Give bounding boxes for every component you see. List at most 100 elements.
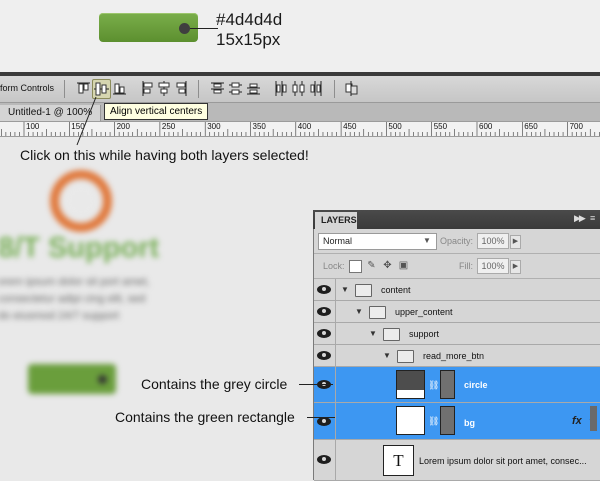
eye-icon xyxy=(317,351,331,360)
lock-label: Lock: xyxy=(323,261,345,271)
layer-row-bg[interactable] xyxy=(314,403,600,440)
toolbar-divider xyxy=(334,80,335,98)
layer-name: content xyxy=(381,285,411,295)
folder-icon xyxy=(383,328,400,341)
hex-color-note: #4d4d4d xyxy=(216,10,283,29)
transform-controls-label: form Controls xyxy=(0,83,55,93)
expand-triangle-icon[interactable]: ▼ xyxy=(383,351,391,360)
visibility-toggle[interactable] xyxy=(314,323,336,344)
eye-icon xyxy=(317,307,331,316)
fill-label: Fill: xyxy=(459,261,473,271)
align-vertical-centers-tooltip: Align vertical centers xyxy=(104,103,209,120)
distribute-horizontal-centers-icon[interactable] xyxy=(291,80,306,97)
tutorial-header-area xyxy=(0,0,600,72)
toolbar-divider xyxy=(198,80,199,98)
distribute-top-icon[interactable] xyxy=(210,80,225,97)
chain-link-icon[interactable]: ⛓ xyxy=(428,380,439,391)
opacity-slider-arrow-icon[interactable]: ▶ xyxy=(510,235,521,249)
ruler-label: 600 xyxy=(479,122,493,131)
canvas-body-text: orem ipsum dolor sit port amet, consecte… xyxy=(0,276,150,322)
layers-tab-label: LAYERS xyxy=(321,215,357,225)
ruler-label: 450 xyxy=(343,122,357,131)
canvas-preview: 8/T Support orem ipsum dolor sit port am… xyxy=(0,150,180,410)
ruler-label: 400 xyxy=(297,122,312,131)
lock-image-pixels-icon[interactable]: ✎ xyxy=(366,260,377,271)
ruler-label: 550 xyxy=(433,122,448,131)
auto-align-layers-icon[interactable] xyxy=(344,80,359,97)
align-right-edges-icon[interactable] xyxy=(174,80,189,97)
distribute-right-icon[interactable] xyxy=(309,80,324,97)
fill-field[interactable]: 100% xyxy=(477,258,509,274)
layer-name: Lorem ipsum dolor sit port amet, consec.… xyxy=(419,456,587,466)
layer-name: upper_content xyxy=(395,307,453,317)
chevron-down-icon[interactable]: ▼ xyxy=(423,236,431,245)
distribute-bottom-icon[interactable] xyxy=(246,80,261,97)
instruction-note: Click on this while having both layers s… xyxy=(20,147,309,163)
distribute-vertical-centers-icon[interactable] xyxy=(228,80,243,97)
ruler-label: 200 xyxy=(116,122,130,131)
opacity-label: Opacity: xyxy=(440,236,474,246)
callout-line xyxy=(299,384,333,385)
size-note: 15x15px xyxy=(216,30,281,49)
panel-menu-icon[interactable]: ≡ xyxy=(590,213,595,223)
layer-thumbnail xyxy=(396,406,425,435)
folder-icon xyxy=(355,284,372,297)
layer-row-circle[interactable] xyxy=(314,367,600,403)
align-horizontal-centers-icon[interactable] xyxy=(157,80,172,97)
canvas-heading: 8/T Support xyxy=(0,232,160,264)
lock-transparent-pixels-icon[interactable] xyxy=(349,260,362,273)
panel-collapse-icon[interactable]: ▶▶ xyxy=(574,213,586,224)
layer-name: circle xyxy=(464,380,488,390)
visibility-toggle[interactable] xyxy=(314,440,336,480)
green-rectangle-callout: Contains the green rectangle xyxy=(115,409,295,425)
visibility-toggle[interactable] xyxy=(314,403,336,439)
vector-mask-thumbnail[interactable] xyxy=(440,406,455,435)
eye-icon xyxy=(317,455,331,464)
text-layer-icon: T xyxy=(383,445,414,476)
layer-effects-icon[interactable]: fx xyxy=(572,415,582,427)
grey-circle-preview xyxy=(98,375,107,384)
ruler-label: 500 xyxy=(388,122,402,131)
layer-name: read_more_btn xyxy=(423,351,485,361)
visibility-toggle[interactable] xyxy=(314,345,336,366)
scrollbar-thumb[interactable] xyxy=(590,406,597,431)
folder-icon xyxy=(369,306,386,319)
eye-icon xyxy=(317,329,331,338)
visibility-toggle[interactable] xyxy=(314,301,336,322)
layer-row-support[interactable] xyxy=(314,323,600,345)
ruler-label: 350 xyxy=(252,122,266,131)
align-vertical-centers-icon xyxy=(94,82,109,96)
grey-circle-preview xyxy=(179,23,190,34)
grey-circle-callout: Contains the grey circle xyxy=(141,376,288,392)
ruler-label: 250 xyxy=(161,122,176,131)
align-vertical-centers-button[interactable] xyxy=(92,79,111,99)
toolbar-divider xyxy=(64,80,65,98)
ruler-label: 100 xyxy=(26,122,40,131)
distribute-left-icon[interactable] xyxy=(273,80,288,97)
chain-link-icon[interactable]: ⛓ xyxy=(428,416,439,427)
expand-triangle-icon[interactable]: ▼ xyxy=(369,329,377,338)
eye-icon xyxy=(317,417,331,426)
visibility-toggle[interactable] xyxy=(314,279,336,300)
callout-line xyxy=(307,417,335,418)
align-left-edges-icon[interactable] xyxy=(140,80,155,97)
folder-icon xyxy=(397,350,414,363)
blend-mode-select[interactable]: Normal xyxy=(318,233,437,250)
expand-triangle-icon[interactable]: ▼ xyxy=(341,285,349,294)
opacity-field[interactable]: 100% xyxy=(477,233,509,249)
align-top-edges-icon[interactable] xyxy=(76,80,91,97)
ruler-label: 300 xyxy=(207,122,221,131)
align-bottom-edges-icon[interactable] xyxy=(112,80,127,97)
pointer-line xyxy=(190,28,218,29)
layer-name: support xyxy=(409,329,440,339)
lock-all-icon[interactable]: ▣ xyxy=(398,260,409,271)
fill-slider-arrow-icon[interactable]: ▶ xyxy=(510,260,521,274)
ring-hole xyxy=(65,185,97,217)
eye-icon xyxy=(317,285,331,294)
document-tab-label: Untitled-1 @ 100% xyxy=(8,107,93,118)
lock-position-icon[interactable]: ✥ xyxy=(382,260,393,271)
expand-triangle-icon[interactable]: ▼ xyxy=(355,307,363,316)
layer-thumbnail xyxy=(396,370,425,399)
vector-mask-thumbnail[interactable] xyxy=(440,370,455,399)
layer-name: bg xyxy=(464,418,475,428)
